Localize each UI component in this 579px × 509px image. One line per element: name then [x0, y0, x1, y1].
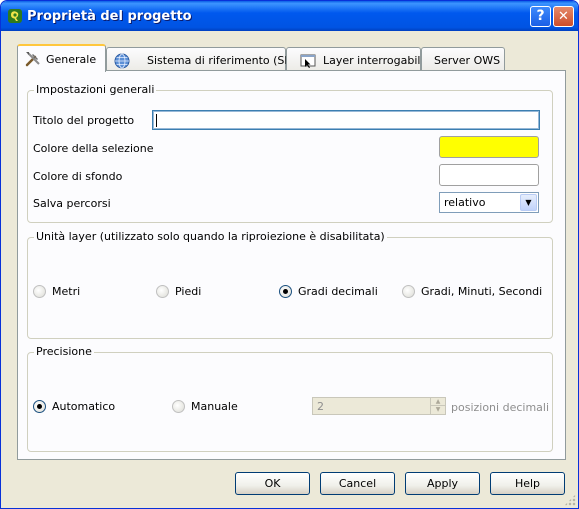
tab-sistema-riferimento[interactable]: Sistema di riferimento (SR)	[106, 47, 296, 71]
apply-button[interactable]: Apply	[405, 472, 480, 495]
radio-piedi[interactable]: Piedi	[156, 285, 201, 298]
identify-icon	[300, 54, 316, 68]
layer-units-group: Unità layer (utilizzato solo quando la r…	[27, 230, 553, 339]
tab-layer-interrogabili[interactable]: Layer interrogabili	[286, 47, 424, 71]
radio-gradi-minuti-secondi[interactable]: Gradi, Minuti, Secondi	[402, 285, 542, 298]
radio-button-icon	[156, 285, 169, 298]
text-caret	[156, 114, 157, 127]
tab-generale[interactable]: Generale	[17, 44, 106, 72]
cancel-button[interactable]: Cancel	[320, 472, 395, 495]
ok-button[interactable]: OK	[235, 472, 310, 495]
save-paths-select[interactable]: relativo ▼	[439, 192, 539, 213]
decimal-places-spinbox[interactable]: 2 ▲ ▼	[312, 397, 446, 415]
project-title-input[interactable]	[152, 110, 540, 130]
save-paths-label: Salva percorsi	[33, 197, 111, 210]
decimal-places-suffix: posizioni decimali	[451, 401, 550, 414]
tools-icon	[25, 52, 40, 67]
help-title-button[interactable]: ?	[530, 6, 551, 27]
background-color-label: Colore di sfondo	[33, 170, 123, 183]
general-settings-group: Impostazioni generali Titolo del progett…	[27, 83, 553, 223]
radio-button-icon	[279, 285, 292, 298]
title-bar[interactable]: Proprietà del progetto ? ✕	[1, 1, 578, 31]
selection-color-label: Colore della selezione	[33, 142, 154, 155]
selection-color-button[interactable]	[439, 136, 539, 158]
radio-gradi-decimali[interactable]: Gradi decimali	[279, 285, 378, 298]
radio-metri[interactable]: Metri	[33, 285, 80, 298]
radio-button-icon	[33, 285, 46, 298]
radio-manuale[interactable]: Manuale	[172, 400, 238, 413]
spin-down-icon[interactable]: ▼	[430, 406, 445, 414]
group-title: Precisione	[34, 345, 94, 358]
radio-label: Gradi, Minuti, Secondi	[421, 285, 543, 298]
radio-label: Gradi decimali	[298, 285, 378, 298]
radio-label: Piedi	[175, 285, 202, 298]
radio-button-icon	[172, 400, 185, 413]
help-button[interactable]: Help	[490, 472, 565, 495]
background-color-button[interactable]	[439, 164, 539, 186]
tab-server-ows[interactable]: Server OWS	[421, 47, 505, 71]
tab-label: Sistema di riferimento (SR)	[147, 54, 297, 67]
window-title: Proprietà del progetto	[27, 9, 192, 24]
qgis-icon	[8, 9, 22, 23]
radio-label: Metri	[52, 285, 81, 298]
spin-up-icon[interactable]: ▲	[430, 398, 445, 406]
group-title: Unità layer (utilizzato solo quando la r…	[34, 230, 387, 243]
close-button[interactable]: ✕	[553, 6, 574, 27]
resize-grip-icon[interactable]	[564, 494, 576, 506]
radio-button-icon	[402, 285, 415, 298]
project-title-label: Titolo del progetto	[33, 114, 135, 127]
radio-label: Automatico	[52, 400, 116, 413]
radio-button-icon	[33, 400, 46, 413]
save-paths-value: relativo	[444, 196, 486, 209]
radio-label: Manuale	[191, 400, 238, 413]
tab-label: Layer interrogabili	[323, 54, 424, 67]
group-title: Impostazioni generali	[34, 83, 157, 96]
project-properties-dialog: Proprietà del progetto ? ✕ Generale Sist…	[0, 0, 579, 509]
tab-panel-generale: Impostazioni generali Titolo del progett…	[17, 70, 566, 460]
tab-label: Generale	[46, 53, 97, 66]
decimal-places-value: 2	[317, 400, 324, 413]
tab-label: Server OWS	[434, 54, 501, 67]
precision-group: Precisione Automatico Manuale 2 ▲ ▼ posi…	[27, 345, 553, 452]
chevron-down-icon[interactable]: ▼	[520, 194, 537, 211]
globe-icon	[114, 53, 130, 69]
radio-automatico[interactable]: Automatico	[33, 400, 115, 413]
